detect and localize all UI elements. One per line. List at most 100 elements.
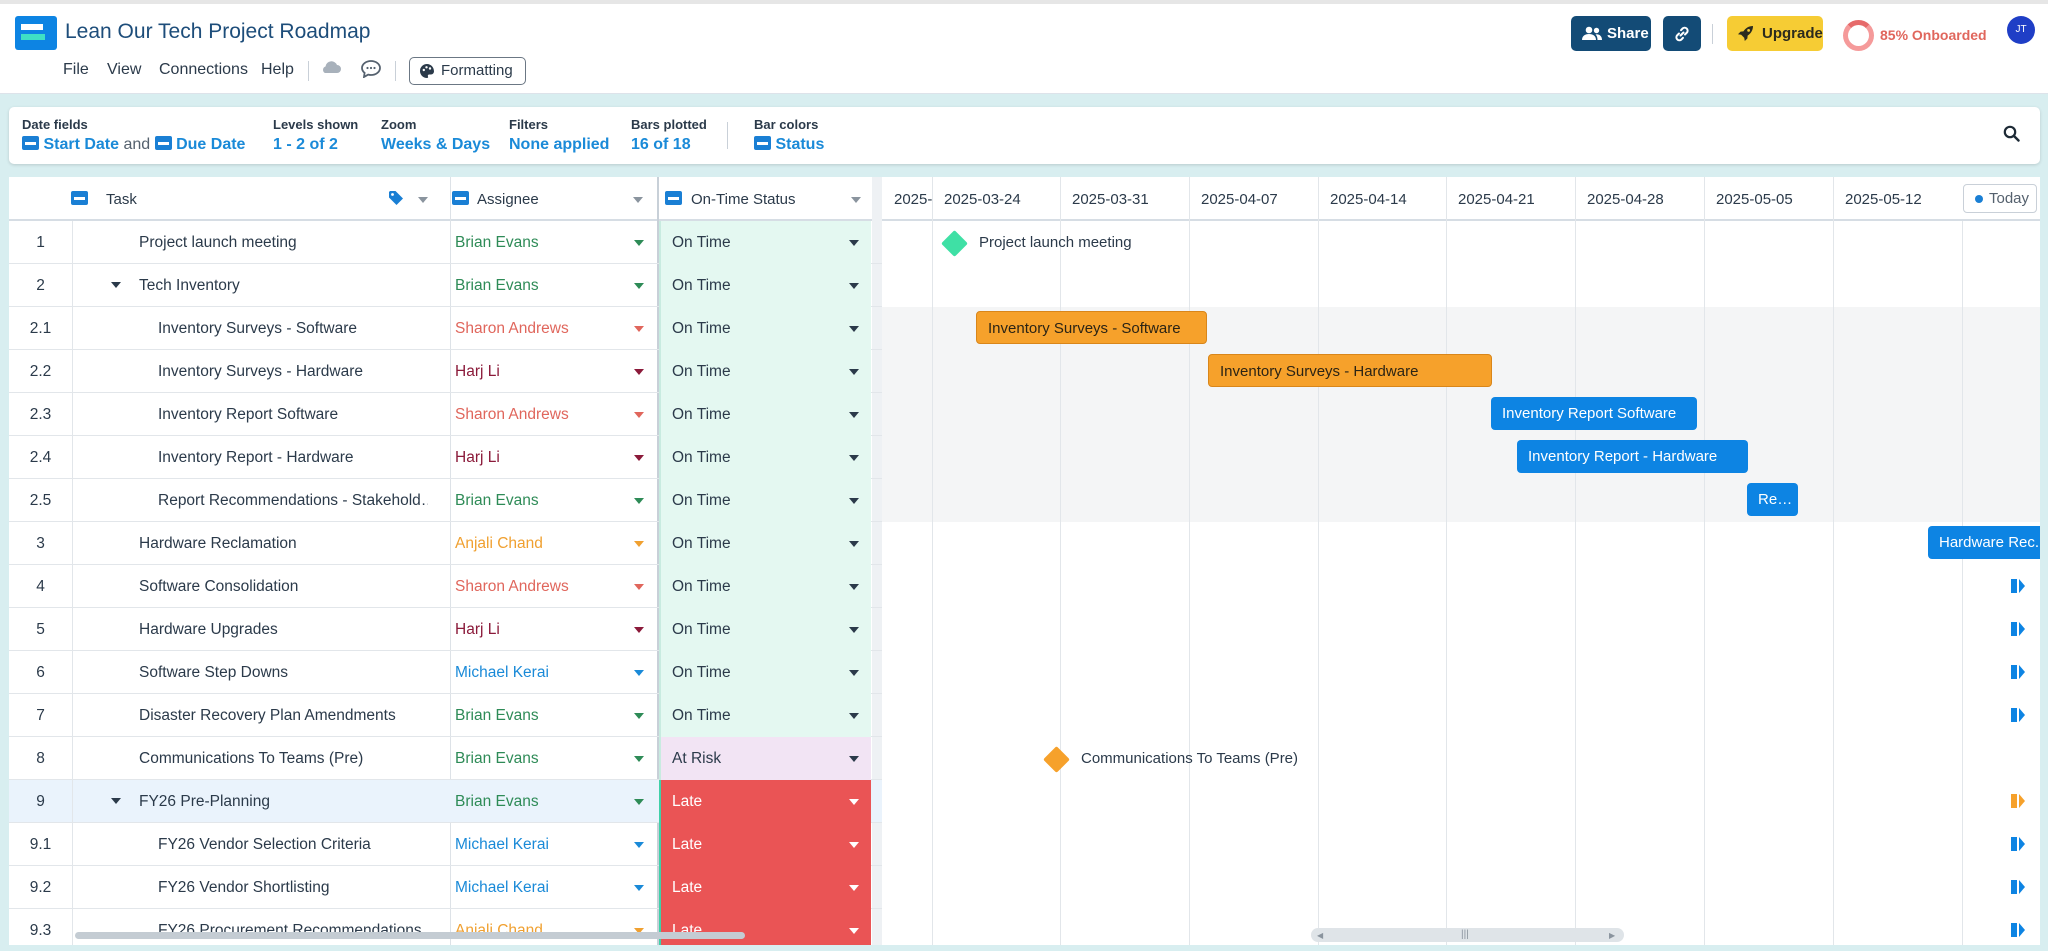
assignee-value[interactable]: Harj Li: [455, 350, 635, 393]
menu-file[interactable]: File: [63, 61, 89, 79]
assignee-dropdown-icon[interactable]: [634, 541, 644, 547]
status-value[interactable]: On Time: [659, 307, 871, 350]
task-name[interactable]: Inventory Surveys - Software: [158, 307, 428, 350]
status-value[interactable]: On Time: [659, 221, 871, 264]
table-row[interactable]: 7 Disaster Recovery Plan Amendments Brian …: [9, 694, 2040, 737]
timeline-row[interactable]: [882, 651, 2040, 694]
status-dropdown-icon[interactable]: [849, 541, 859, 547]
assignee-value[interactable]: Brian Evans: [455, 479, 635, 522]
assignee-value[interactable]: Anjali Chand: [455, 522, 635, 565]
status-value[interactable]: On Time: [659, 479, 871, 522]
status-value[interactable]: On Time: [659, 522, 871, 565]
assignee-dropdown-icon[interactable]: [634, 455, 644, 461]
timeline-row[interactable]: [882, 436, 2040, 479]
gantt-bar[interactable]: Rep...: [1747, 483, 1798, 516]
offscreen-bar-indicator-icon[interactable]: [2019, 622, 2025, 636]
offscreen-bar-indicator-icon[interactable]: [2019, 837, 2025, 851]
scroll-right-icon[interactable]: ▶: [1609, 931, 1615, 940]
menu-help[interactable]: Help: [261, 61, 294, 79]
status-dropdown-icon[interactable]: [849, 627, 859, 633]
assignee-value[interactable]: Anjali Chand: [455, 909, 635, 945]
status-column-menu-icon[interactable]: [851, 197, 861, 203]
due-date-field[interactable]: Due Date: [176, 136, 245, 153]
assignee-dropdown-icon[interactable]: [634, 670, 644, 676]
timeline-row[interactable]: [882, 866, 2040, 909]
task-name[interactable]: Report Recommendations - Stakehold…: [158, 479, 428, 522]
assignee-value[interactable]: Harj Li: [455, 436, 635, 479]
task-name[interactable]: Inventory Surveys - Hardware: [158, 350, 428, 393]
zoom-value[interactable]: Weeks & Days: [381, 136, 490, 154]
app-title[interactable]: Lean Our Tech Project Roadmap: [65, 20, 370, 44]
timeline-row[interactable]: [882, 479, 2040, 522]
upgrade-button[interactable]: Upgrade: [1727, 16, 1823, 51]
horizontal-scrollbar-grid[interactable]: [75, 932, 745, 939]
gantt-bar[interactable]: Inventory Surveys - Software: [976, 311, 1207, 344]
timeline-row[interactable]: [882, 264, 2040, 307]
status-value[interactable]: On Time: [659, 565, 871, 608]
onboarding-progress-ring[interactable]: [1843, 20, 1874, 51]
status-value[interactable]: Late: [659, 780, 871, 823]
menu-view[interactable]: View: [107, 61, 141, 79]
task-column-header[interactable]: Task: [106, 191, 137, 208]
status-value[interactable]: Late: [659, 909, 871, 945]
gantt-bar[interactable]: Inventory Report Software: [1491, 397, 1697, 430]
filters-value[interactable]: None applied: [509, 136, 609, 154]
assignee-value[interactable]: Brian Evans: [455, 221, 635, 264]
offscreen-bar-indicator-icon[interactable]: [2019, 708, 2025, 722]
assignee-value[interactable]: Sharon Andrews: [455, 393, 635, 436]
assignee-dropdown-icon[interactable]: [634, 498, 644, 504]
timeline-row[interactable]: [882, 780, 2040, 823]
assignee-dropdown-icon[interactable]: [634, 584, 644, 590]
status-dropdown-icon[interactable]: [849, 455, 859, 461]
task-name[interactable]: Hardware Upgrades: [139, 608, 429, 651]
table-row[interactable]: 9.3 FY26 Procurement Recommendations Anjal…: [9, 909, 2040, 945]
status-dropdown-icon[interactable]: [849, 283, 859, 289]
task-name[interactable]: FY26 Vendor Selection Criteria: [158, 823, 428, 866]
levels-value[interactable]: 1 - 2 of 2: [273, 136, 338, 154]
status-dropdown-icon[interactable]: [849, 498, 859, 504]
task-name[interactable]: FY26 Procurement Recommendations: [158, 909, 428, 945]
assignee-dropdown-icon[interactable]: [634, 842, 644, 848]
table-row[interactable]: 3 Hardware Reclamation Anjali Chand On Time: [9, 522, 2040, 565]
status-value[interactable]: On Time: [659, 694, 871, 737]
table-row[interactable]: 2.2 Inventory Surveys - Hardware Harj Li On…: [9, 350, 2040, 393]
status-dropdown-icon[interactable]: [849, 369, 859, 375]
assignee-dropdown-icon[interactable]: [634, 627, 644, 633]
milestone-label[interactable]: Project launch meeting: [979, 234, 1132, 251]
onboarding-progress-label[interactable]: 85% Onboarded: [1880, 27, 1987, 43]
task-name[interactable]: Communications To Teams (Pre): [139, 737, 429, 780]
today-button[interactable]: Today: [1963, 184, 2037, 213]
assignee-column-menu-icon[interactable]: [633, 197, 643, 203]
status-dropdown-icon[interactable]: [849, 412, 859, 418]
assignee-value[interactable]: Harj Li: [455, 608, 635, 651]
assignee-value[interactable]: Michael Kerai: [455, 823, 635, 866]
status-dropdown-icon[interactable]: [849, 713, 859, 719]
status-value[interactable]: On Time: [659, 393, 871, 436]
status-value[interactable]: On Time: [659, 608, 871, 651]
horizontal-scrollbar-timeline[interactable]: ◀ ||| ▶: [1311, 928, 1624, 942]
date-fields-value[interactable]: Start Date and Due Date: [22, 136, 252, 154]
status-dropdown-icon[interactable]: [849, 799, 859, 805]
timeline-row[interactable]: [882, 694, 2040, 737]
assignee-dropdown-icon[interactable]: [634, 885, 644, 891]
status-column-header[interactable]: On-Time Status: [691, 191, 795, 208]
offscreen-bar-indicator-icon[interactable]: [2019, 665, 2025, 679]
assignee-value[interactable]: Sharon Andrews: [455, 307, 635, 350]
table-row[interactable]: 8 Communications To Teams (Pre) Brian Evan…: [9, 737, 2040, 780]
timeline-row[interactable]: [882, 565, 2040, 608]
scroll-left-icon[interactable]: ◀: [1317, 931, 1323, 940]
assignee-dropdown-icon[interactable]: [634, 412, 644, 418]
status-dropdown-icon[interactable]: [849, 584, 859, 590]
timeline-row[interactable]: [882, 393, 2040, 436]
table-row[interactable]: 2 Tech Inventory Brian Evans On Time: [9, 264, 2040, 307]
task-name[interactable]: Disaster Recovery Plan Amendments: [139, 694, 429, 737]
timeline-row[interactable]: [882, 522, 2040, 565]
bars-plotted-value[interactable]: 16 of 18: [631, 136, 691, 154]
search-icon[interactable]: [2003, 125, 2020, 147]
status-dropdown-icon[interactable]: [849, 756, 859, 762]
formatting-button[interactable]: Formatting: [409, 57, 526, 85]
status-dropdown-icon[interactable]: [849, 326, 859, 332]
avatar[interactable]: JT: [2007, 16, 2035, 44]
assignee-column-header[interactable]: Assignee: [477, 191, 539, 208]
cloud-sync-icon[interactable]: [320, 58, 342, 81]
